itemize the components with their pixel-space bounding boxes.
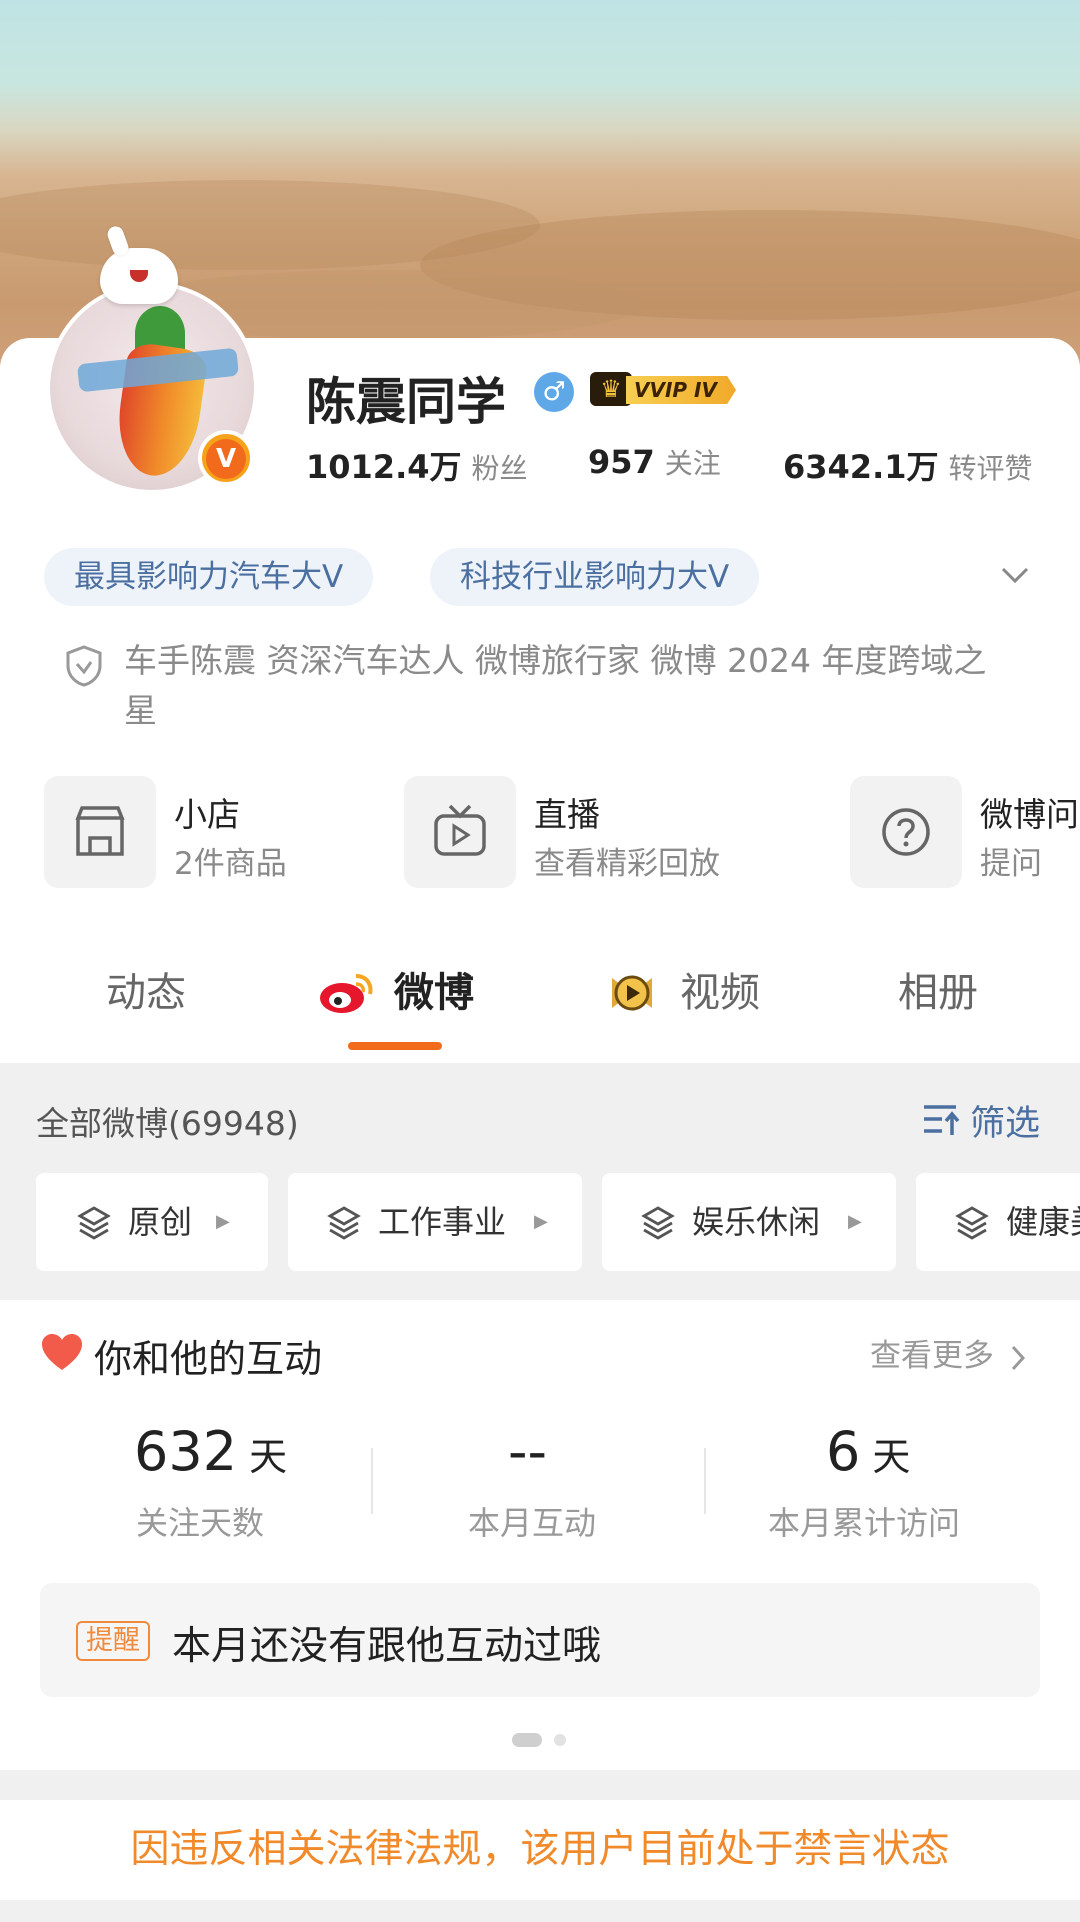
category-chip[interactable]: 工作事业 ▶ [288,1173,582,1271]
service-title: 直播 [534,795,600,834]
service-store[interactable]: 小店 2件商品 [44,776,344,888]
service-subtitle: 提问 [980,846,1042,882]
tab-label: 微博 [394,970,474,1016]
metric-label: 关注天数 [136,1504,265,1542]
service-subtitle: 查看精彩回放 [534,846,720,882]
stat-label: 关注 [664,447,721,480]
metric-unit: 天 [249,1435,288,1479]
metric-value: 6 [826,1420,861,1483]
active-tab-indicator [348,1042,442,1050]
stat-value: 957 [588,443,655,481]
reminder-tag: 提醒 [76,1621,150,1661]
arrow-right-icon: ▶ [534,1211,548,1232]
stat-value: 1012.4万 [306,448,462,486]
ban-notice: 因违反相关法律法规，该用户目前处于禁言状态 [130,1827,950,1872]
category-label: 娱乐休闲 [692,1203,821,1241]
profile-description: 车手陈震 资深汽车达人 微博旅行家 微博 2024 年度跨域之星 [124,641,987,730]
page-indicator-active [512,1733,542,1747]
reminder-text: 本月还没有跟他互动过哦 [172,1624,602,1669]
filter-label: 筛选 [970,1104,1041,1144]
chevron-right-icon [1011,1345,1025,1370]
metric-month-interaction: -- [508,1420,547,1483]
category-chip[interactable]: 娱乐休闲 ▶ [602,1173,896,1271]
metric-follow-days: 632 天 [134,1420,287,1483]
layers-icon [77,1206,111,1240]
category-label: 健康美 [1006,1203,1080,1241]
tab-album[interactable]: 相册 [898,960,978,1018]
stat-followers[interactable]: 1012.4万 粉丝 [306,442,528,488]
crown-icon: ♛ [590,372,632,406]
tab-dynamic[interactable]: 动态 [106,960,186,1018]
profile-tabs: 动态 微博 视频 相册 [0,960,1080,1060]
shield-icon [66,645,102,687]
divider [371,1448,373,1514]
section-separator [0,1770,1080,1800]
divider [704,1448,706,1514]
reminder-box: 提醒 本月还没有跟他互动过哦 [40,1583,1040,1697]
service-live[interactable]: 直播 查看精彩回放 [404,776,734,888]
service-subtitle: 2件商品 [174,846,287,882]
all-weibo-count: 全部微博(69948) [36,1104,299,1143]
heart-icon [42,1334,82,1370]
service-title: 微博问 [980,795,1079,834]
arrow-right-icon: ▶ [216,1211,230,1232]
question-icon [850,776,962,888]
category-label: 工作事业 [378,1203,507,1241]
bunny-pendant-icon [100,248,178,304]
arrow-right-icon: ▶ [848,1211,862,1232]
metric-unit: 天 [872,1435,911,1479]
page-indicator [554,1734,566,1746]
bottom-separator [0,1900,1080,1922]
profile-name: 陈震同学 [306,373,506,431]
filter-icon [924,1105,960,1135]
service-question[interactable]: 微博问 提问 [850,776,1080,888]
layers-icon [641,1206,675,1240]
metric-month-visits: 6天 [826,1420,910,1483]
layers-icon [955,1206,989,1240]
metric-value: -- [508,1420,547,1483]
vvip-label: VVIP IV [626,376,736,404]
tag-pill[interactable]: 最具影响力汽车大V [44,548,374,606]
weibo-logo-icon [320,974,373,1013]
view-more-label: 查看更多 [870,1338,994,1374]
category-label: 原创 [128,1203,193,1241]
stat-label: 粉丝 [471,452,528,485]
stat-value: 6342.1万 [783,448,939,486]
metric-label: 本月累计访问 [768,1504,961,1542]
metric-value: 632 [134,1420,238,1483]
view-more-link[interactable]: 查看更多 [870,1330,1026,1375]
metric-label: 本月互动 [468,1504,597,1542]
service-title: 小店 [174,795,240,834]
category-chip[interactable]: 健康美 [916,1173,1080,1271]
layers-icon [327,1206,361,1240]
filter-button[interactable]: 筛选 [922,1095,1040,1146]
tv-icon [404,776,516,888]
vvip-badge[interactable]: ♛ VVIP IV [590,370,740,410]
male-icon: ♂ [534,372,574,412]
video-badge-icon [612,975,652,1011]
stat-likes[interactable]: 6342.1万 转评赞 [783,442,1033,488]
category-chip[interactable]: 原创 ▶ [36,1173,268,1271]
stat-following[interactable]: 957 关注 [588,442,721,482]
store-icon [44,776,156,888]
interaction-title: 你和他的互动 [94,1337,323,1381]
stat-label: 转评赞 [948,452,1033,485]
tab-label: 视频 [680,970,760,1016]
tag-pill[interactable]: 科技行业影响力大V [430,548,760,606]
chevron-down-icon[interactable] [1000,560,1030,590]
verified-badge-icon: V [198,430,254,486]
